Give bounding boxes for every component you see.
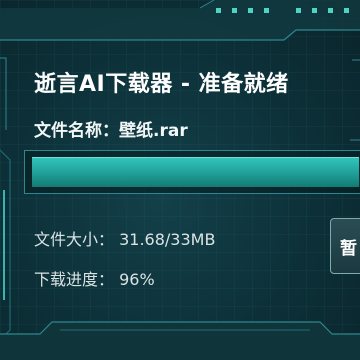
file-name-label: 文件名称： xyxy=(34,121,119,141)
download-progress-row: 下载进度： 96% xyxy=(34,266,155,290)
file-size-value: 31.68/33MB xyxy=(119,230,216,249)
file-size-row: 文件大小： 31.68/33MB xyxy=(34,226,215,250)
file-name-value: 壁纸.rar xyxy=(119,121,188,141)
pause-button-label: 暂 xyxy=(340,238,357,259)
file-name-row: 文件名称：壁纸.rar xyxy=(34,116,188,141)
download-progress-value: 96% xyxy=(119,270,155,289)
progress-bar xyxy=(24,150,360,194)
download-progress-label: 下载进度： xyxy=(34,270,115,289)
file-size-label: 文件大小： xyxy=(34,230,115,249)
pause-button[interactable]: 暂 xyxy=(330,218,360,274)
progress-track xyxy=(32,157,360,187)
downloader-window: 逝言AI下载器 - 准备就绪 文件名称：壁纸.rar 文件大小： 31.68/3… xyxy=(0,0,360,360)
window-title: 逝言AI下载器 - 准备就绪 xyxy=(34,72,289,97)
progress-fill xyxy=(32,157,360,187)
